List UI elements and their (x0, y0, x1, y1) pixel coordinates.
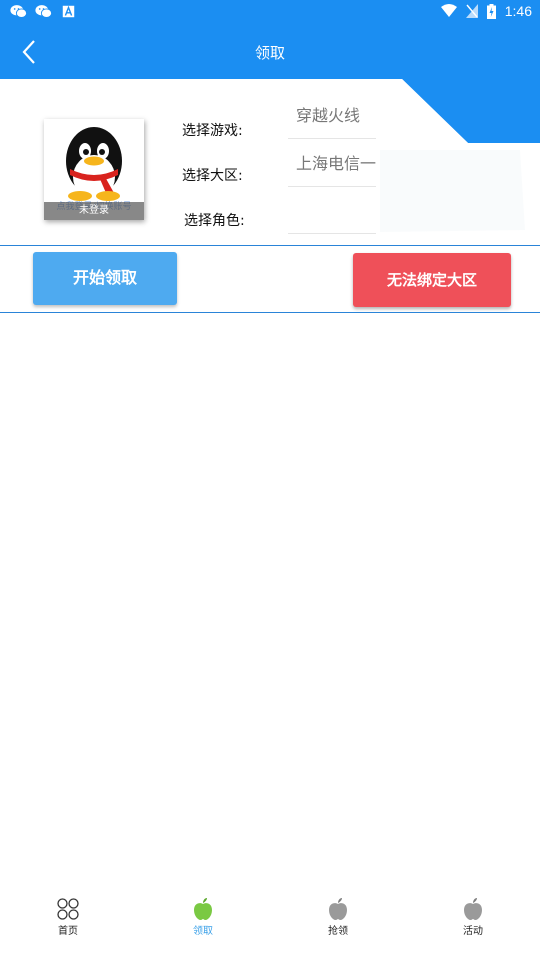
divider-bottom (0, 312, 540, 313)
wechat-icon (10, 5, 27, 18)
no-signal-icon (465, 4, 478, 18)
tab-activity[interactable]: 活动 (428, 897, 518, 937)
qq-login-avatar[interactable]: 点我登录/切换账号 未登录 (44, 119, 144, 220)
apple-icon (194, 898, 212, 920)
wechat-icon (35, 5, 52, 18)
tab-claim-label: 领取 (193, 926, 213, 937)
clock: 1:46 (504, 3, 532, 19)
region-select[interactable]: 上海电信一 (288, 141, 376, 187)
game-label: 选择游戏: (182, 123, 243, 139)
app-store-icon (62, 5, 75, 18)
wifi-icon (440, 4, 457, 17)
tab-claim[interactable]: 领取 (158, 897, 248, 937)
tab-home[interactable]: 首页 (23, 897, 113, 937)
tab-grab-label: 抢领 (328, 926, 348, 937)
start-claim-button[interactable]: 开始领取 (33, 252, 177, 305)
tab-grab[interactable]: 抢领 (293, 897, 383, 937)
login-status-label: 未登录 (44, 202, 144, 220)
apple-icon (329, 898, 347, 920)
tab-activity-label: 活动 (463, 926, 483, 937)
role-select[interactable] (288, 188, 376, 234)
bottom-navigation: 首页 领取 抢领 活动 (0, 895, 540, 960)
apple-icon (464, 898, 482, 920)
divider-top (0, 245, 540, 246)
role-label: 选择角色: (184, 213, 245, 229)
notification-icons (10, 4, 77, 19)
system-indicators: 1:46 (440, 3, 532, 19)
game-select[interactable]: 穿越火线 (288, 93, 376, 139)
page-title: 领取 (254, 44, 285, 62)
top-app-bar: 领取 (0, 25, 540, 79)
cannot-bind-region-button[interactable]: 无法绑定大区 (353, 253, 511, 307)
status-bar: 1:46 (0, 0, 540, 25)
tab-home-label: 首页 (58, 926, 78, 937)
grid-icon (57, 898, 79, 920)
region-label: 选择大区: (182, 168, 243, 184)
battery-charging-icon (486, 3, 496, 19)
